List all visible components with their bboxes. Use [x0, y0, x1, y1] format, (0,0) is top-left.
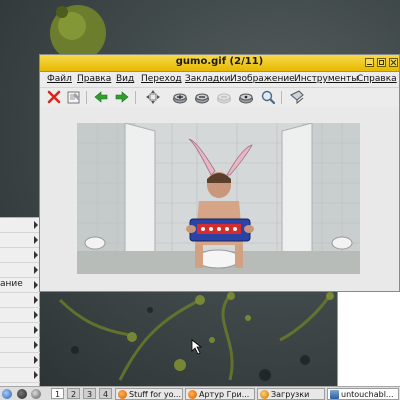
task-button-label: Загрузки	[271, 390, 310, 399]
side-menu-item[interactable]	[0, 218, 40, 233]
zoom-in-icon[interactable]	[172, 89, 188, 105]
maximize-button[interactable]	[377, 58, 386, 67]
submenu-arrow-icon	[34, 296, 38, 304]
firefox-icon	[118, 390, 127, 399]
back-arrow-icon[interactable]	[93, 89, 109, 105]
image-viewer-icon	[330, 390, 339, 399]
submenu-arrow-icon	[34, 341, 38, 349]
task-button-label: Stuff for yo...	[129, 390, 181, 399]
side-menu-item[interactable]	[0, 233, 40, 248]
minimize-button[interactable]	[365, 58, 374, 67]
submenu-arrow-icon	[34, 356, 38, 364]
side-menu-item[interactable]	[0, 248, 40, 263]
menu-help[interactable]: Справка	[357, 74, 397, 84]
side-menu-item[interactable]: ание	[0, 278, 40, 293]
mouse-cursor-icon	[191, 339, 203, 355]
delete-icon[interactable]	[46, 89, 62, 105]
side-menu[interactable]: ание	[0, 217, 40, 388]
zoom-normal-icon[interactable]	[238, 89, 254, 105]
properties-icon[interactable]	[66, 89, 82, 105]
side-menu-item[interactable]	[0, 323, 40, 338]
menu-edit[interactable]: Правка	[77, 74, 111, 84]
app-launcher-icon[interactable]	[17, 389, 27, 399]
toolbar-separator	[281, 91, 282, 104]
submenu-arrow-icon	[34, 326, 38, 334]
menu-go[interactable]: Переход	[141, 74, 182, 84]
forward-arrow-icon[interactable]	[114, 89, 130, 105]
task-button[interactable]: Артур Гри...	[185, 388, 255, 400]
close-button[interactable]	[389, 58, 398, 67]
side-menu-item[interactable]	[0, 263, 40, 278]
taskbar: 1 2 3 4 Stuff for yo... Артур Гри... Заг…	[0, 386, 400, 400]
side-menu-item-label: ание	[0, 279, 23, 289]
submenu-arrow-icon	[34, 311, 38, 319]
menu-bookmarks[interactable]: Закладки	[185, 74, 231, 84]
menu-view[interactable]: Вид	[116, 74, 134, 84]
workspace-3[interactable]: 3	[83, 388, 96, 399]
side-menu-item[interactable]	[0, 353, 40, 368]
start-menu-icon[interactable]	[2, 389, 12, 399]
fullscreen-icon[interactable]	[289, 89, 305, 105]
download-icon	[260, 390, 269, 399]
task-button[interactable]: Загрузки	[257, 388, 325, 400]
terminal-launcher-icon[interactable]	[31, 389, 41, 399]
menu-bar: Файл Правка Вид Переход Закладки Изображ…	[40, 72, 399, 87]
menu-tools[interactable]: Инструменты	[294, 74, 358, 84]
workspace-2[interactable]: 2	[67, 388, 80, 399]
workspace-4[interactable]: 4	[99, 388, 112, 399]
side-menu-item[interactable]	[0, 293, 40, 308]
menu-file[interactable]: Файл	[47, 74, 72, 84]
image-canvas[interactable]	[40, 107, 399, 291]
side-menu-item[interactable]	[0, 308, 40, 323]
zoom-out-icon[interactable]	[194, 89, 210, 105]
firefox-icon	[188, 390, 197, 399]
toolbar	[40, 87, 399, 107]
window-title: gumo.gif (2/11)	[175, 56, 264, 67]
image-viewer-window[interactable]: gumo.gif (2/11) Файл Правка Вид Переход …	[39, 54, 400, 292]
submenu-arrow-icon	[34, 251, 38, 259]
displayed-image	[77, 123, 360, 274]
task-button-label: untouchabl...	[341, 390, 394, 399]
task-button-label: Артур Гри...	[199, 390, 250, 399]
toolbar-separator	[135, 91, 136, 104]
side-menu-item[interactable]	[0, 368, 40, 383]
submenu-arrow-icon	[34, 371, 38, 379]
toolbar-separator	[86, 91, 87, 104]
workspace-1[interactable]: 1	[51, 388, 64, 399]
fit-window-icon[interactable]	[145, 89, 161, 105]
zoom-disabled-icon[interactable]	[216, 89, 232, 105]
menu-image[interactable]: Изображение	[230, 74, 295, 84]
submenu-arrow-icon	[34, 221, 38, 229]
submenu-arrow-icon	[34, 266, 38, 274]
window-titlebar[interactable]: gumo.gif (2/11)	[40, 55, 399, 72]
submenu-arrow-icon	[34, 281, 38, 289]
task-button-active[interactable]: untouchabl...	[327, 388, 399, 400]
search-icon[interactable]	[260, 89, 276, 105]
side-menu-item[interactable]	[0, 338, 40, 353]
task-button[interactable]: Stuff for yo...	[115, 388, 183, 400]
submenu-arrow-icon	[34, 236, 38, 244]
